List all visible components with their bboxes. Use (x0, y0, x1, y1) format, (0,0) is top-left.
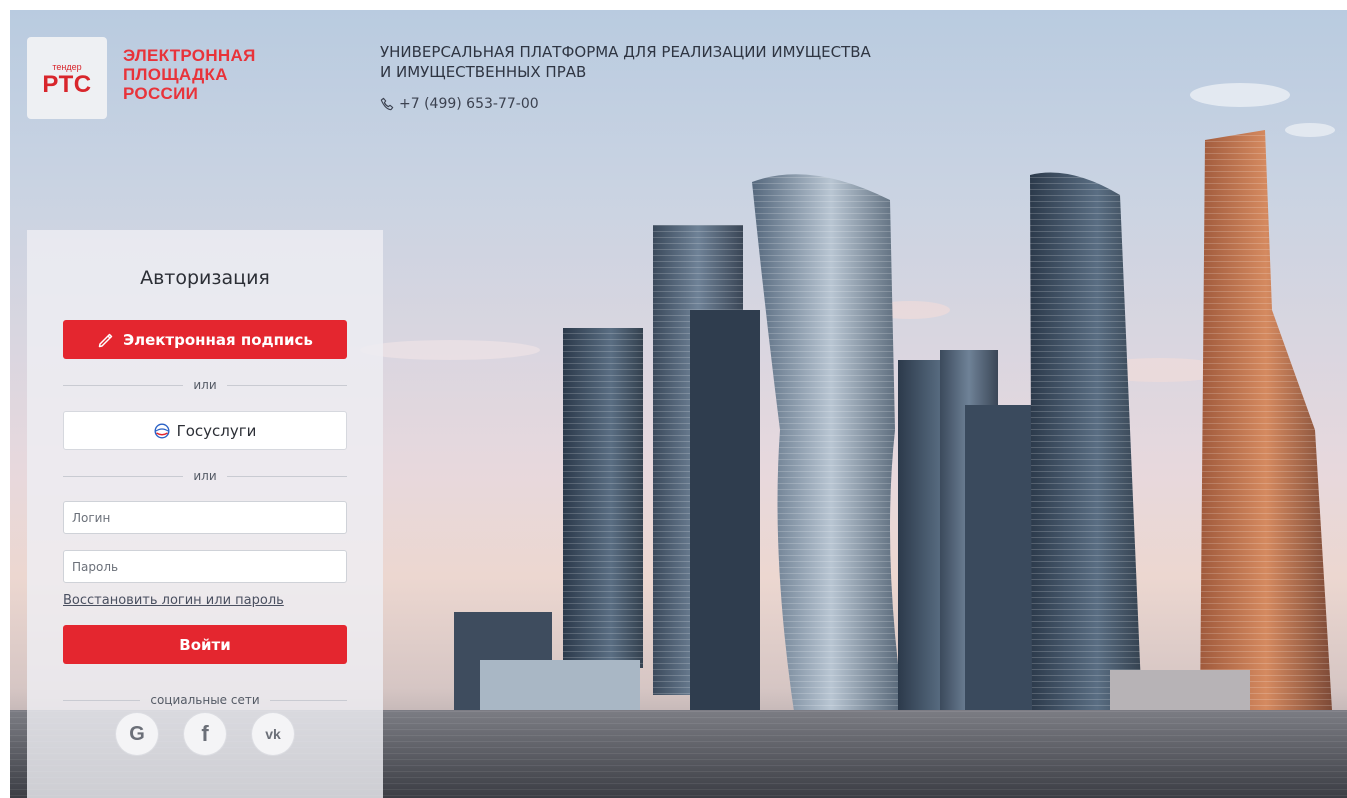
auth-title: Авторизация (140, 267, 270, 289)
divider-line (63, 699, 141, 701)
platform-title: УНИВЕРСАЛЬНАЯ ПЛАТФОРМА ДЛЯ РЕАЛИЗАЦИИ И… (380, 42, 1000, 82)
divider-line (63, 475, 184, 477)
divider-line (269, 699, 348, 701)
divider-line (226, 475, 347, 477)
brand-name: ЭЛЕКТРОННАЯ ПЛОЩАДКА РОССИИ (123, 46, 283, 103)
recover-link[interactable]: Восстановить логин или пароль (63, 593, 284, 608)
esign-button-label: Электронная подпись (123, 330, 313, 349)
phone-text: +7 (499) 653-77-00 (399, 96, 539, 112)
vk-login-button[interactable]: vk (252, 713, 294, 755)
password-input[interactable] (63, 550, 347, 583)
google-login-button[interactable]: G (116, 713, 158, 755)
or-divider-2: или (63, 468, 347, 484)
brand-name-line-1: ЭЛЕКТРОННАЯ (123, 46, 256, 65)
login-submit-label: Войти (179, 635, 231, 654)
phone-icon (380, 97, 394, 111)
social-divider: социальные сети (63, 692, 348, 708)
or-divider-1: или (63, 377, 347, 393)
signature-pen-icon (98, 333, 113, 347)
vk-icon: vk (265, 726, 281, 742)
phone-number[interactable]: +7 (499) 653-77-00 (380, 96, 539, 112)
gosuslugi-button-label: Госуслуги (176, 421, 257, 440)
social-label: социальные сети (150, 693, 260, 707)
google-icon: G (129, 722, 145, 745)
gosuslugi-button[interactable]: Госуслуги (63, 411, 347, 450)
facebook-login-button[interactable]: f (184, 713, 226, 755)
background-photo: тендер РТС ЭЛЕКТРОННАЯ ПЛОЩАДКА РОССИИ У… (10, 10, 1347, 798)
or-label: или (193, 378, 217, 392)
divider-line (63, 384, 184, 386)
logo-letters: РТС (42, 71, 92, 98)
or-label: или (193, 469, 217, 483)
login-input[interactable] (63, 501, 347, 534)
platform-title-line-1: УНИВЕРСАЛЬНАЯ ПЛАТФОРМА ДЛЯ РЕАЛИЗАЦИИ И… (380, 43, 871, 61)
gosuslugi-logo-icon (154, 422, 170, 439)
brand-name-line-3: РОССИИ (123, 84, 199, 103)
platform-title-line-2: И ИМУЩЕСТВЕННЫХ ПРАВ (380, 63, 587, 81)
rts-logo[interactable]: тендер РТС (27, 37, 107, 119)
esign-button[interactable]: Электронная подпись (63, 320, 347, 359)
facebook-icon: f (201, 721, 209, 746)
login-submit-button[interactable]: Войти (63, 625, 347, 664)
divider-line (226, 384, 347, 386)
auth-panel: Авторизация Электронная подпись или Госу… (27, 230, 383, 798)
social-buttons: G f vk (27, 713, 383, 755)
brand-name-line-2: ПЛОЩАДКА (123, 65, 228, 84)
